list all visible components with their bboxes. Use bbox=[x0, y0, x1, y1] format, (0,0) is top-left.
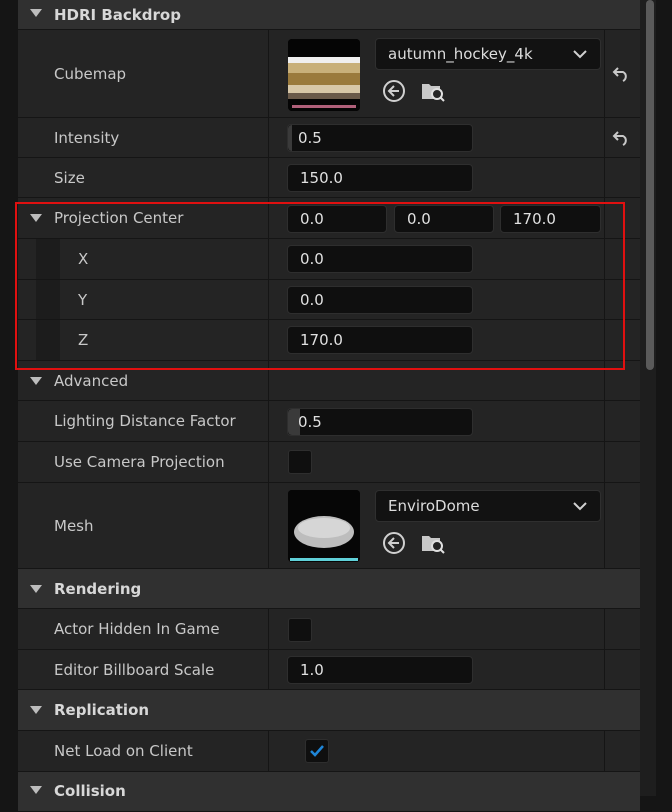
property-row-advanced[interactable]: Advanced bbox=[18, 361, 640, 401]
net-load-on-client-checkbox[interactable] bbox=[305, 739, 329, 763]
property-row-projection-z: Z 170.0 bbox=[18, 320, 640, 361]
cubemap-asset-combo[interactable]: autumn_hockey_4k bbox=[375, 38, 601, 70]
y-input[interactable]: 0.0 bbox=[287, 286, 473, 314]
property-label: Cubemap bbox=[54, 64, 127, 83]
use-selected-asset-button[interactable] bbox=[381, 78, 407, 104]
expand-triangle-icon[interactable] bbox=[30, 377, 42, 385]
cubemap-thumbnail[interactable] bbox=[288, 39, 360, 111]
category-label: Replication bbox=[54, 701, 150, 719]
actor-hidden-in-game-checkbox[interactable] bbox=[288, 618, 312, 642]
size-value: 150.0 bbox=[300, 169, 343, 187]
property-row-editor-billboard-scale: Editor Billboard Scale 1.0 bbox=[18, 650, 640, 690]
category-label: Collision bbox=[54, 782, 126, 800]
chevron-down-icon bbox=[573, 50, 587, 59]
reset-arrow-icon bbox=[612, 67, 627, 82]
collapse-triangle-icon[interactable] bbox=[30, 706, 42, 714]
property-row-intensity: Intensity 0.5 bbox=[18, 118, 640, 158]
property-label: Net Load on Client bbox=[54, 742, 193, 760]
property-row-projection-x: X 0.0 bbox=[18, 239, 640, 280]
property-label: Y bbox=[78, 290, 88, 309]
chevron-down-icon bbox=[573, 502, 587, 511]
property-label: Intensity bbox=[54, 128, 120, 147]
y-field-value: 0.0 bbox=[300, 291, 324, 309]
property-row-mesh: Mesh EnviroDome bbox=[18, 483, 640, 569]
property-label: Z bbox=[78, 331, 89, 349]
x-field-value: 0.0 bbox=[300, 250, 324, 268]
cubemap-asset-name: autumn_hockey_4k bbox=[388, 45, 533, 63]
property-row-projection-center: Projection Center 0.0 0.0 170.0 bbox=[18, 198, 640, 239]
mesh-asset-combo[interactable]: EnviroDome bbox=[375, 490, 601, 522]
projection-center-y-input[interactable]: 0.0 bbox=[394, 205, 494, 233]
property-label: Size bbox=[54, 168, 85, 187]
property-label: Use Camera Projection bbox=[54, 453, 225, 471]
mesh-preview-image bbox=[288, 490, 360, 562]
property-row-cubemap: Cubemap autumn_hockey_4k bbox=[18, 30, 640, 118]
category-replication[interactable]: Replication bbox=[18, 690, 640, 731]
editor-billboard-scale-value: 1.0 bbox=[300, 661, 324, 679]
property-row-use-camera-projection: Use Camera Projection bbox=[18, 442, 640, 483]
editor-billboard-scale-input[interactable]: 1.0 bbox=[287, 656, 473, 684]
property-row-lighting-distance-factor: Lighting Distance Factor 0.5 bbox=[18, 401, 640, 442]
size-input[interactable]: 150.0 bbox=[287, 164, 473, 192]
reset-arrow-icon bbox=[612, 131, 627, 146]
z-field-value: 170.0 bbox=[300, 331, 343, 349]
folder-search-icon bbox=[422, 536, 445, 554]
category-collision[interactable]: Collision bbox=[18, 772, 640, 812]
z-value: 170.0 bbox=[513, 210, 556, 228]
category-hdri-backdrop[interactable]: HDRI Backdrop bbox=[18, 0, 640, 30]
cubemap-preview-image bbox=[288, 39, 360, 111]
property-row-projection-y: Y 0.0 bbox=[18, 280, 640, 320]
category-label: Rendering bbox=[54, 579, 142, 598]
browse-asset-button[interactable] bbox=[420, 530, 446, 556]
category-rendering[interactable]: Rendering bbox=[18, 569, 640, 609]
property-label: Editor Billboard Scale bbox=[54, 660, 215, 679]
intensity-slider[interactable]: 0.5 bbox=[287, 124, 473, 152]
checkmark-icon bbox=[310, 745, 324, 757]
reset-to-default-button[interactable] bbox=[610, 127, 632, 149]
y-value: 0.0 bbox=[407, 210, 431, 228]
browse-asset-button[interactable] bbox=[420, 78, 446, 104]
property-label: Advanced bbox=[54, 371, 129, 390]
property-label: X bbox=[78, 250, 89, 268]
folder-search-icon bbox=[422, 84, 445, 102]
category-label: HDRI Backdrop bbox=[54, 5, 181, 24]
z-input[interactable]: 170.0 bbox=[287, 326, 473, 354]
intensity-value: 0.5 bbox=[298, 129, 322, 147]
property-label: Mesh bbox=[54, 516, 94, 535]
property-label: Projection Center bbox=[54, 209, 184, 227]
reset-to-default-button[interactable] bbox=[610, 63, 632, 85]
property-label: Actor Hidden In Game bbox=[54, 620, 220, 638]
mesh-thumbnail[interactable] bbox=[288, 490, 360, 562]
property-row-actor-hidden-in-game: Actor Hidden In Game bbox=[18, 609, 640, 650]
expand-triangle-icon[interactable] bbox=[30, 214, 42, 222]
use-camera-projection-checkbox[interactable] bbox=[288, 450, 312, 474]
projection-center-z-input[interactable]: 170.0 bbox=[500, 205, 601, 233]
collapse-triangle-icon[interactable] bbox=[30, 786, 42, 794]
collapse-triangle-icon[interactable] bbox=[30, 585, 42, 593]
arrow-left-circle-icon bbox=[383, 80, 405, 102]
x-input[interactable]: 0.0 bbox=[287, 245, 473, 273]
x-value: 0.0 bbox=[300, 210, 324, 228]
property-row-net-load-on-client: Net Load on Client bbox=[18, 731, 640, 772]
lighting-distance-factor-slider[interactable]: 0.5 bbox=[287, 408, 473, 436]
use-selected-asset-button[interactable] bbox=[381, 530, 407, 556]
arrow-left-circle-icon bbox=[383, 532, 405, 554]
scrollbar-thumb[interactable] bbox=[646, 0, 654, 370]
projection-center-x-input[interactable]: 0.0 bbox=[287, 205, 387, 233]
property-row-size: Size 150.0 bbox=[18, 158, 640, 198]
mesh-asset-name: EnviroDome bbox=[388, 497, 480, 515]
lighting-distance-factor-value: 0.5 bbox=[298, 413, 322, 431]
property-label: Lighting Distance Factor bbox=[54, 412, 236, 430]
collapse-triangle-icon[interactable] bbox=[30, 9, 42, 17]
